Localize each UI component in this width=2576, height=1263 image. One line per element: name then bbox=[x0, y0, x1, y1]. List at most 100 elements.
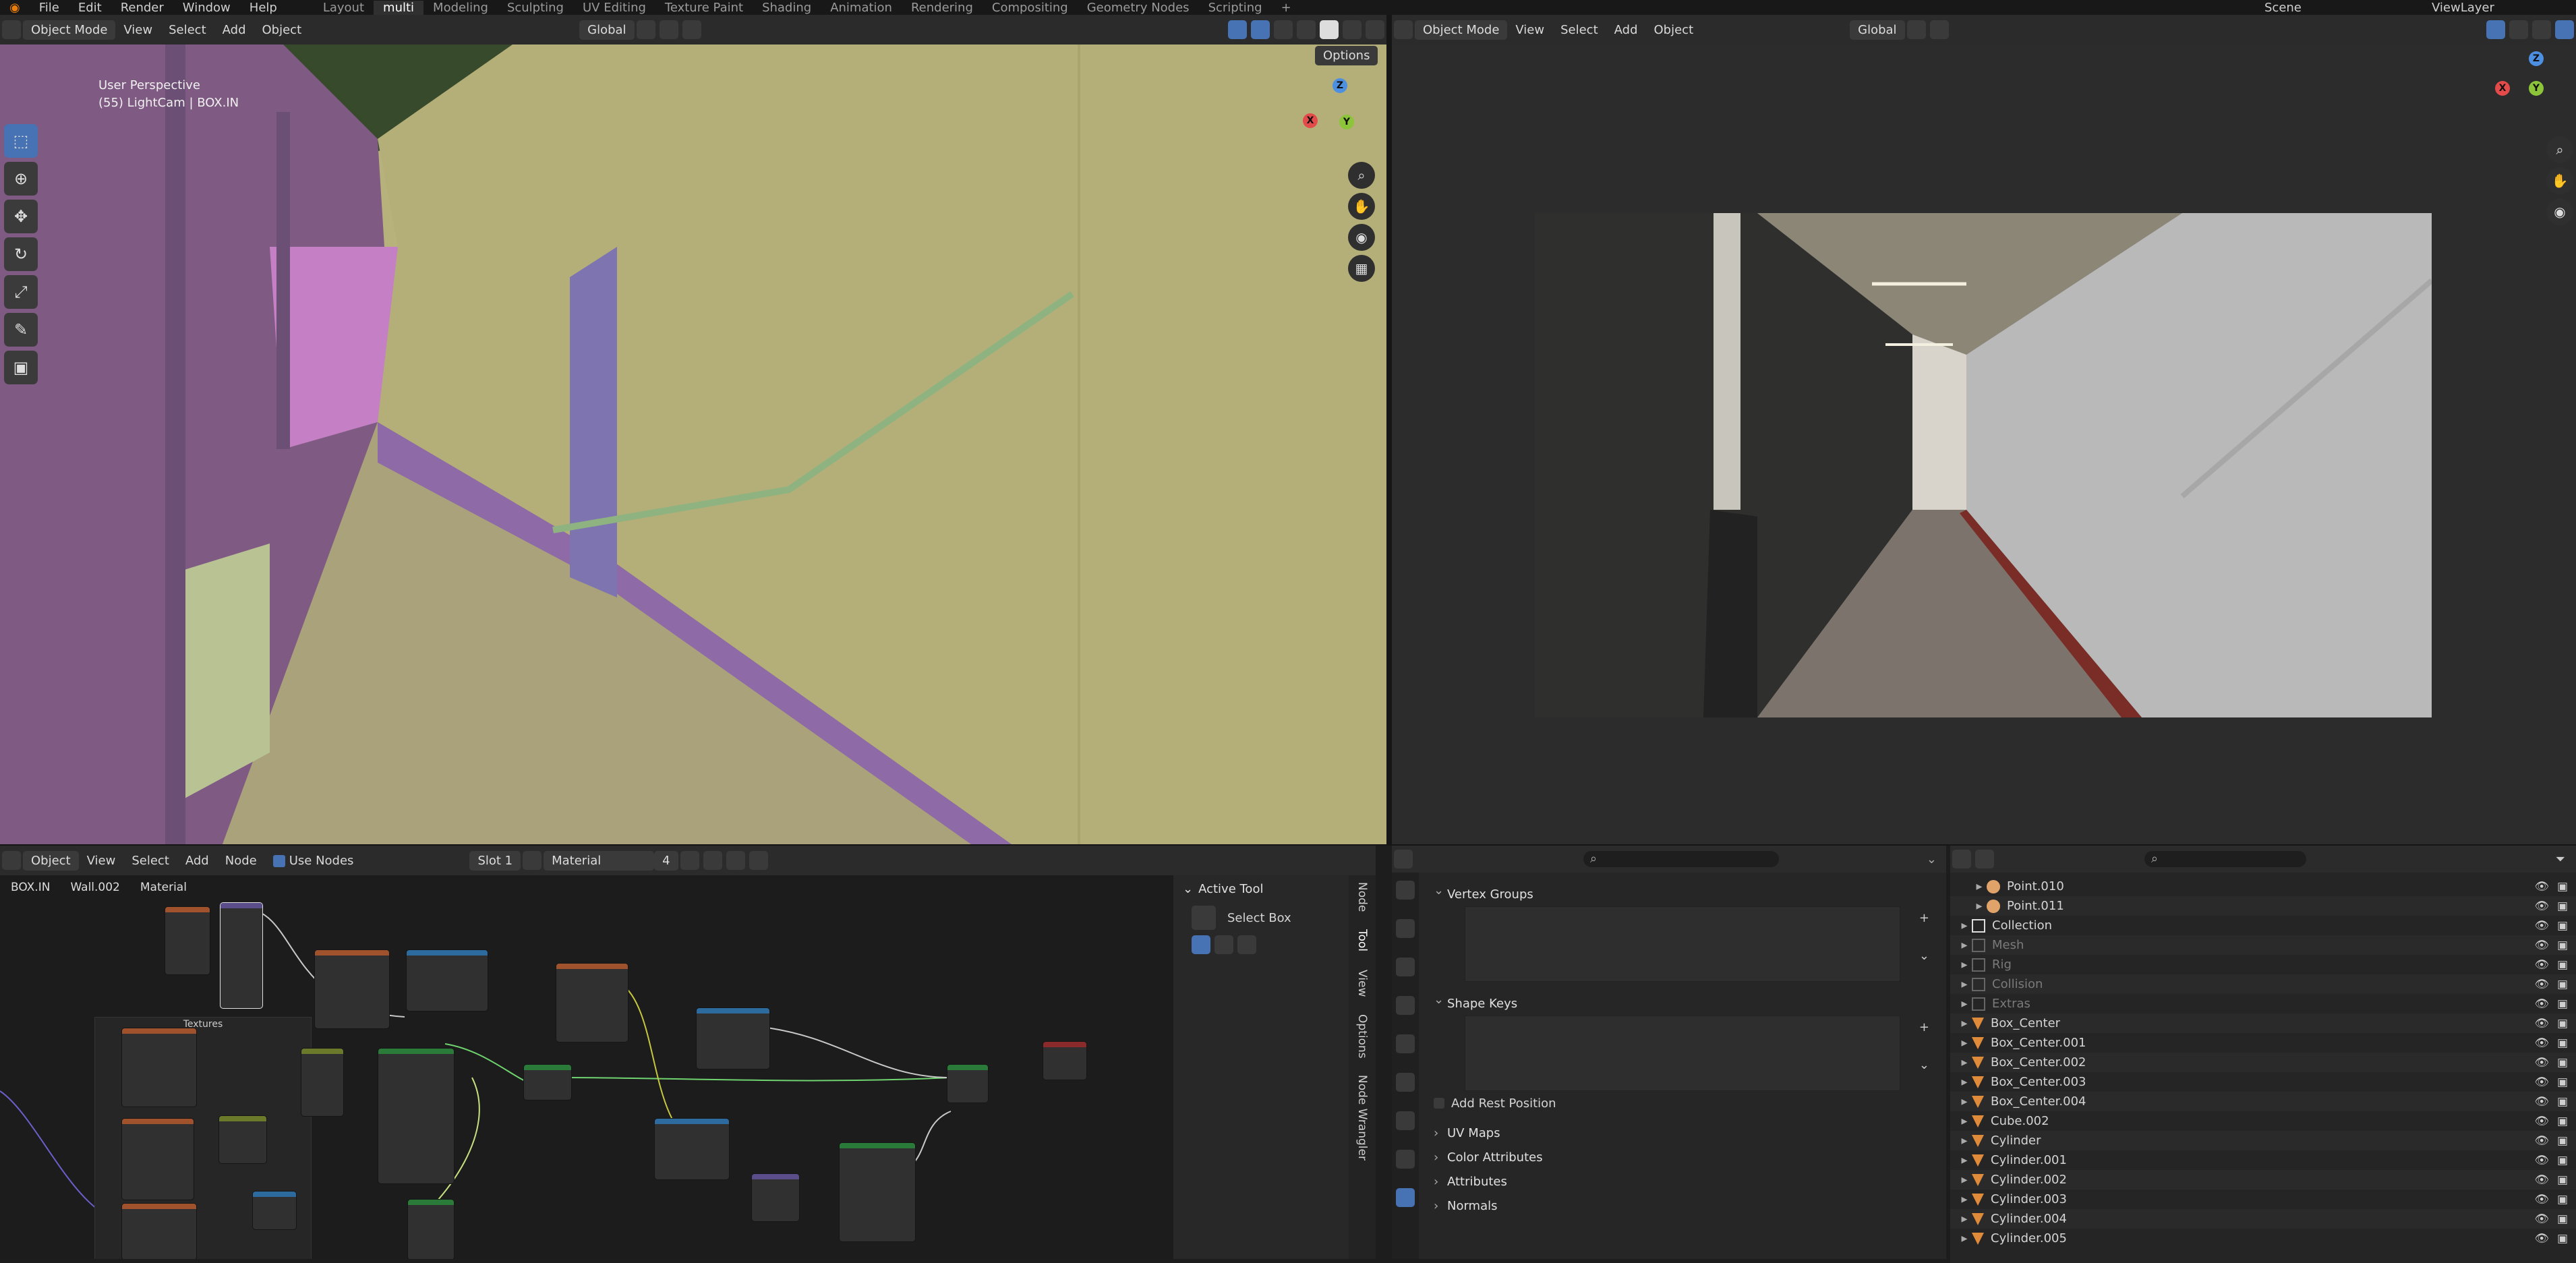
workspace-tab-rendering[interactable]: Rendering bbox=[902, 1, 983, 15]
visibility-eye-icon[interactable]: 👁 bbox=[2534, 1173, 2549, 1187]
node[interactable] bbox=[406, 949, 488, 1011]
scale-tool-icon[interactable]: ⤢ bbox=[4, 275, 38, 309]
physics-tab-icon[interactable] bbox=[1396, 1150, 1415, 1169]
material-preview-icon[interactable] bbox=[523, 851, 542, 870]
visibility-eye-icon[interactable]: 👁 bbox=[2534, 1056, 2549, 1069]
node[interactable] bbox=[218, 1115, 267, 1164]
scene-tab-icon[interactable] bbox=[1396, 996, 1415, 1015]
render-camera-icon[interactable]: ▣ bbox=[2557, 1154, 2568, 1167]
outliner-row[interactable]: ▸ Box_Center.001 👁 ▣ bbox=[1950, 1033, 2576, 1053]
cursor-tool-icon[interactable]: ⊕ bbox=[4, 162, 38, 196]
menu-node[interactable]: Node bbox=[217, 854, 265, 868]
camera-view-icon[interactable]: ◉ bbox=[1348, 224, 1375, 251]
outliner-row[interactable]: ▸ Box_Center.004 👁 ▣ bbox=[1950, 1092, 2576, 1111]
zoom-icon[interactable]: ⌕ bbox=[1348, 162, 1375, 189]
tab-node-wrangler[interactable]: Node Wrangler bbox=[1355, 1075, 1369, 1161]
slot-dropdown[interactable]: Slot 1 bbox=[469, 850, 521, 871]
visibility-eye-icon[interactable]: 👁 bbox=[2534, 978, 2549, 991]
editor-type-icon[interactable] bbox=[2, 20, 21, 39]
proportional-edit-icon[interactable] bbox=[1929, 20, 1949, 39]
node[interactable] bbox=[839, 1142, 916, 1242]
outliner-row[interactable]: ▸ Point.011 👁 ▣ bbox=[1950, 896, 2576, 916]
gizmo-y-axis[interactable]: Y bbox=[2529, 81, 2544, 96]
node[interactable] bbox=[654, 1118, 730, 1180]
expand-arrow-icon[interactable]: ▸ bbox=[1957, 1036, 1972, 1050]
gizmo-toggle-icon[interactable] bbox=[1228, 20, 1247, 39]
node[interactable] bbox=[1043, 1041, 1087, 1080]
zoom-icon[interactable]: ⌕ bbox=[2546, 136, 2573, 163]
workspace-tab-modeling[interactable]: Modeling bbox=[423, 1, 498, 15]
menu-help[interactable]: Help bbox=[240, 1, 287, 15]
expand-arrow-icon[interactable]: ▸ bbox=[1972, 879, 1987, 893]
panel-vertex-groups[interactable]: Vertex Groups bbox=[1424, 882, 1941, 906]
workspace-tab-layout[interactable]: Layout bbox=[314, 1, 374, 15]
object-tab-icon[interactable] bbox=[1396, 1073, 1415, 1092]
node[interactable] bbox=[165, 906, 210, 975]
display-mode-icon[interactable] bbox=[1975, 850, 1994, 869]
mode-dropdown[interactable]: Object Mode bbox=[1415, 20, 1508, 40]
select-box-tool-icon[interactable]: ⬚ bbox=[4, 124, 38, 158]
render-camera-icon[interactable]: ▣ bbox=[2557, 880, 2568, 893]
menu-view[interactable]: View bbox=[79, 854, 124, 868]
workspace-tab-uv-editing[interactable]: UV Editing bbox=[573, 1, 655, 15]
tool-tab-icon[interactable] bbox=[1396, 881, 1415, 900]
shading-solid-icon[interactable] bbox=[1320, 20, 1339, 39]
annotate-tool-icon[interactable]: ✎ bbox=[4, 313, 38, 347]
expand-arrow-icon[interactable]: ▸ bbox=[1957, 1016, 1972, 1030]
menu-add[interactable]: Add bbox=[177, 854, 217, 868]
visibility-eye-icon[interactable]: 👁 bbox=[2534, 1095, 2549, 1109]
outliner-row[interactable]: ▸ Collision 👁 ▣ bbox=[1950, 974, 2576, 994]
gizmo-z-axis[interactable]: Z bbox=[2529, 51, 2544, 66]
outliner-search-input[interactable]: ⌕ bbox=[2144, 851, 2306, 867]
expand-arrow-icon[interactable]: ▸ bbox=[1957, 1153, 1972, 1167]
render-camera-icon[interactable]: ▣ bbox=[2557, 939, 2568, 952]
select-subtract-icon[interactable] bbox=[1237, 935, 1256, 954]
gizmo-y-axis[interactable]: Y bbox=[1339, 115, 1354, 129]
editor-type-icon[interactable] bbox=[1394, 20, 1413, 39]
outliner-row[interactable]: ▸ Box_Center 👁 ▣ bbox=[1950, 1014, 2576, 1033]
add-workspace-button[interactable]: + bbox=[1272, 1, 1301, 15]
active-tool-row[interactable]: Select Box bbox=[1173, 903, 1376, 933]
menu-object[interactable]: Object bbox=[1646, 23, 1702, 37]
shader-type-dropdown[interactable]: Object bbox=[23, 850, 79, 871]
render-camera-icon[interactable]: ▣ bbox=[2557, 1193, 2568, 1206]
move-tool-icon[interactable]: ✥ bbox=[4, 200, 38, 233]
expand-arrow-icon[interactable]: ▸ bbox=[1957, 977, 1972, 991]
outliner-row[interactable]: ▸ Cylinder.002 👁 ▣ bbox=[1950, 1170, 2576, 1189]
viewport-rendered[interactable]: Z X Y ⌕ ✋ ◉ bbox=[1392, 45, 2576, 844]
scene-selector[interactable]: Scene bbox=[2255, 1, 2422, 15]
render-camera-icon[interactable]: ▣ bbox=[2557, 1115, 2568, 1128]
outliner-row[interactable]: ▸ Cylinder.003 👁 ▣ bbox=[1950, 1189, 2576, 1209]
node[interactable] bbox=[121, 1028, 197, 1107]
outliner-row[interactable]: ▸ Mesh 👁 ▣ bbox=[1950, 935, 2576, 955]
filter-icon[interactable]: ⏷ bbox=[2556, 852, 2565, 867]
menu-view[interactable]: View bbox=[115, 23, 160, 37]
options-dropdown[interactable]: Options bbox=[1315, 46, 1378, 65]
workspace-tab-sculpting[interactable]: Sculpting bbox=[498, 1, 573, 15]
expand-arrow-icon[interactable]: ▸ bbox=[1957, 1192, 1972, 1206]
expand-arrow-icon[interactable]: ▸ bbox=[1957, 1134, 1972, 1148]
render-camera-icon[interactable]: ▣ bbox=[2557, 1173, 2568, 1187]
outliner-row[interactable]: ▸ Extras 👁 ▣ bbox=[1950, 994, 2576, 1014]
node[interactable] bbox=[556, 963, 628, 1042]
snap-icon[interactable] bbox=[1906, 20, 1926, 39]
panel-color-attributes[interactable]: Color Attributes bbox=[1424, 1145, 1941, 1169]
fake-user-shield-icon[interactable] bbox=[680, 851, 699, 870]
render-camera-icon[interactable]: ▣ bbox=[2557, 1017, 2568, 1030]
workspace-tab-scripting[interactable]: Scripting bbox=[1199, 1, 1272, 15]
render-camera-icon[interactable]: ▣ bbox=[2557, 1134, 2568, 1148]
outliner-row[interactable]: ▸ Cube.002 👁 ▣ bbox=[1950, 1111, 2576, 1131]
outliner-row[interactable]: ▸ Cylinder.004 👁 ▣ bbox=[1950, 1209, 2576, 1229]
panel-attributes[interactable]: Attributes bbox=[1424, 1169, 1941, 1194]
render-camera-icon[interactable]: ▣ bbox=[2557, 900, 2568, 913]
visibility-eye-icon[interactable]: 👁 bbox=[2534, 1017, 2549, 1030]
gizmo-z-axis[interactable]: Z bbox=[1333, 78, 1347, 93]
expand-arrow-icon[interactable]: ▸ bbox=[1957, 918, 1972, 933]
visibility-eye-icon[interactable]: 👁 bbox=[2534, 1036, 2549, 1050]
workspace-tab-animation[interactable]: Animation bbox=[821, 1, 902, 15]
visibility-eye-icon[interactable]: 👁 bbox=[2534, 1134, 2549, 1148]
pin-icon[interactable] bbox=[749, 851, 768, 870]
outliner-row[interactable]: ▸ Rig 👁 ▣ bbox=[1950, 955, 2576, 974]
expand-arrow-icon[interactable]: ▸ bbox=[1957, 1075, 1972, 1089]
modifier-tab-icon[interactable] bbox=[1396, 1111, 1415, 1130]
